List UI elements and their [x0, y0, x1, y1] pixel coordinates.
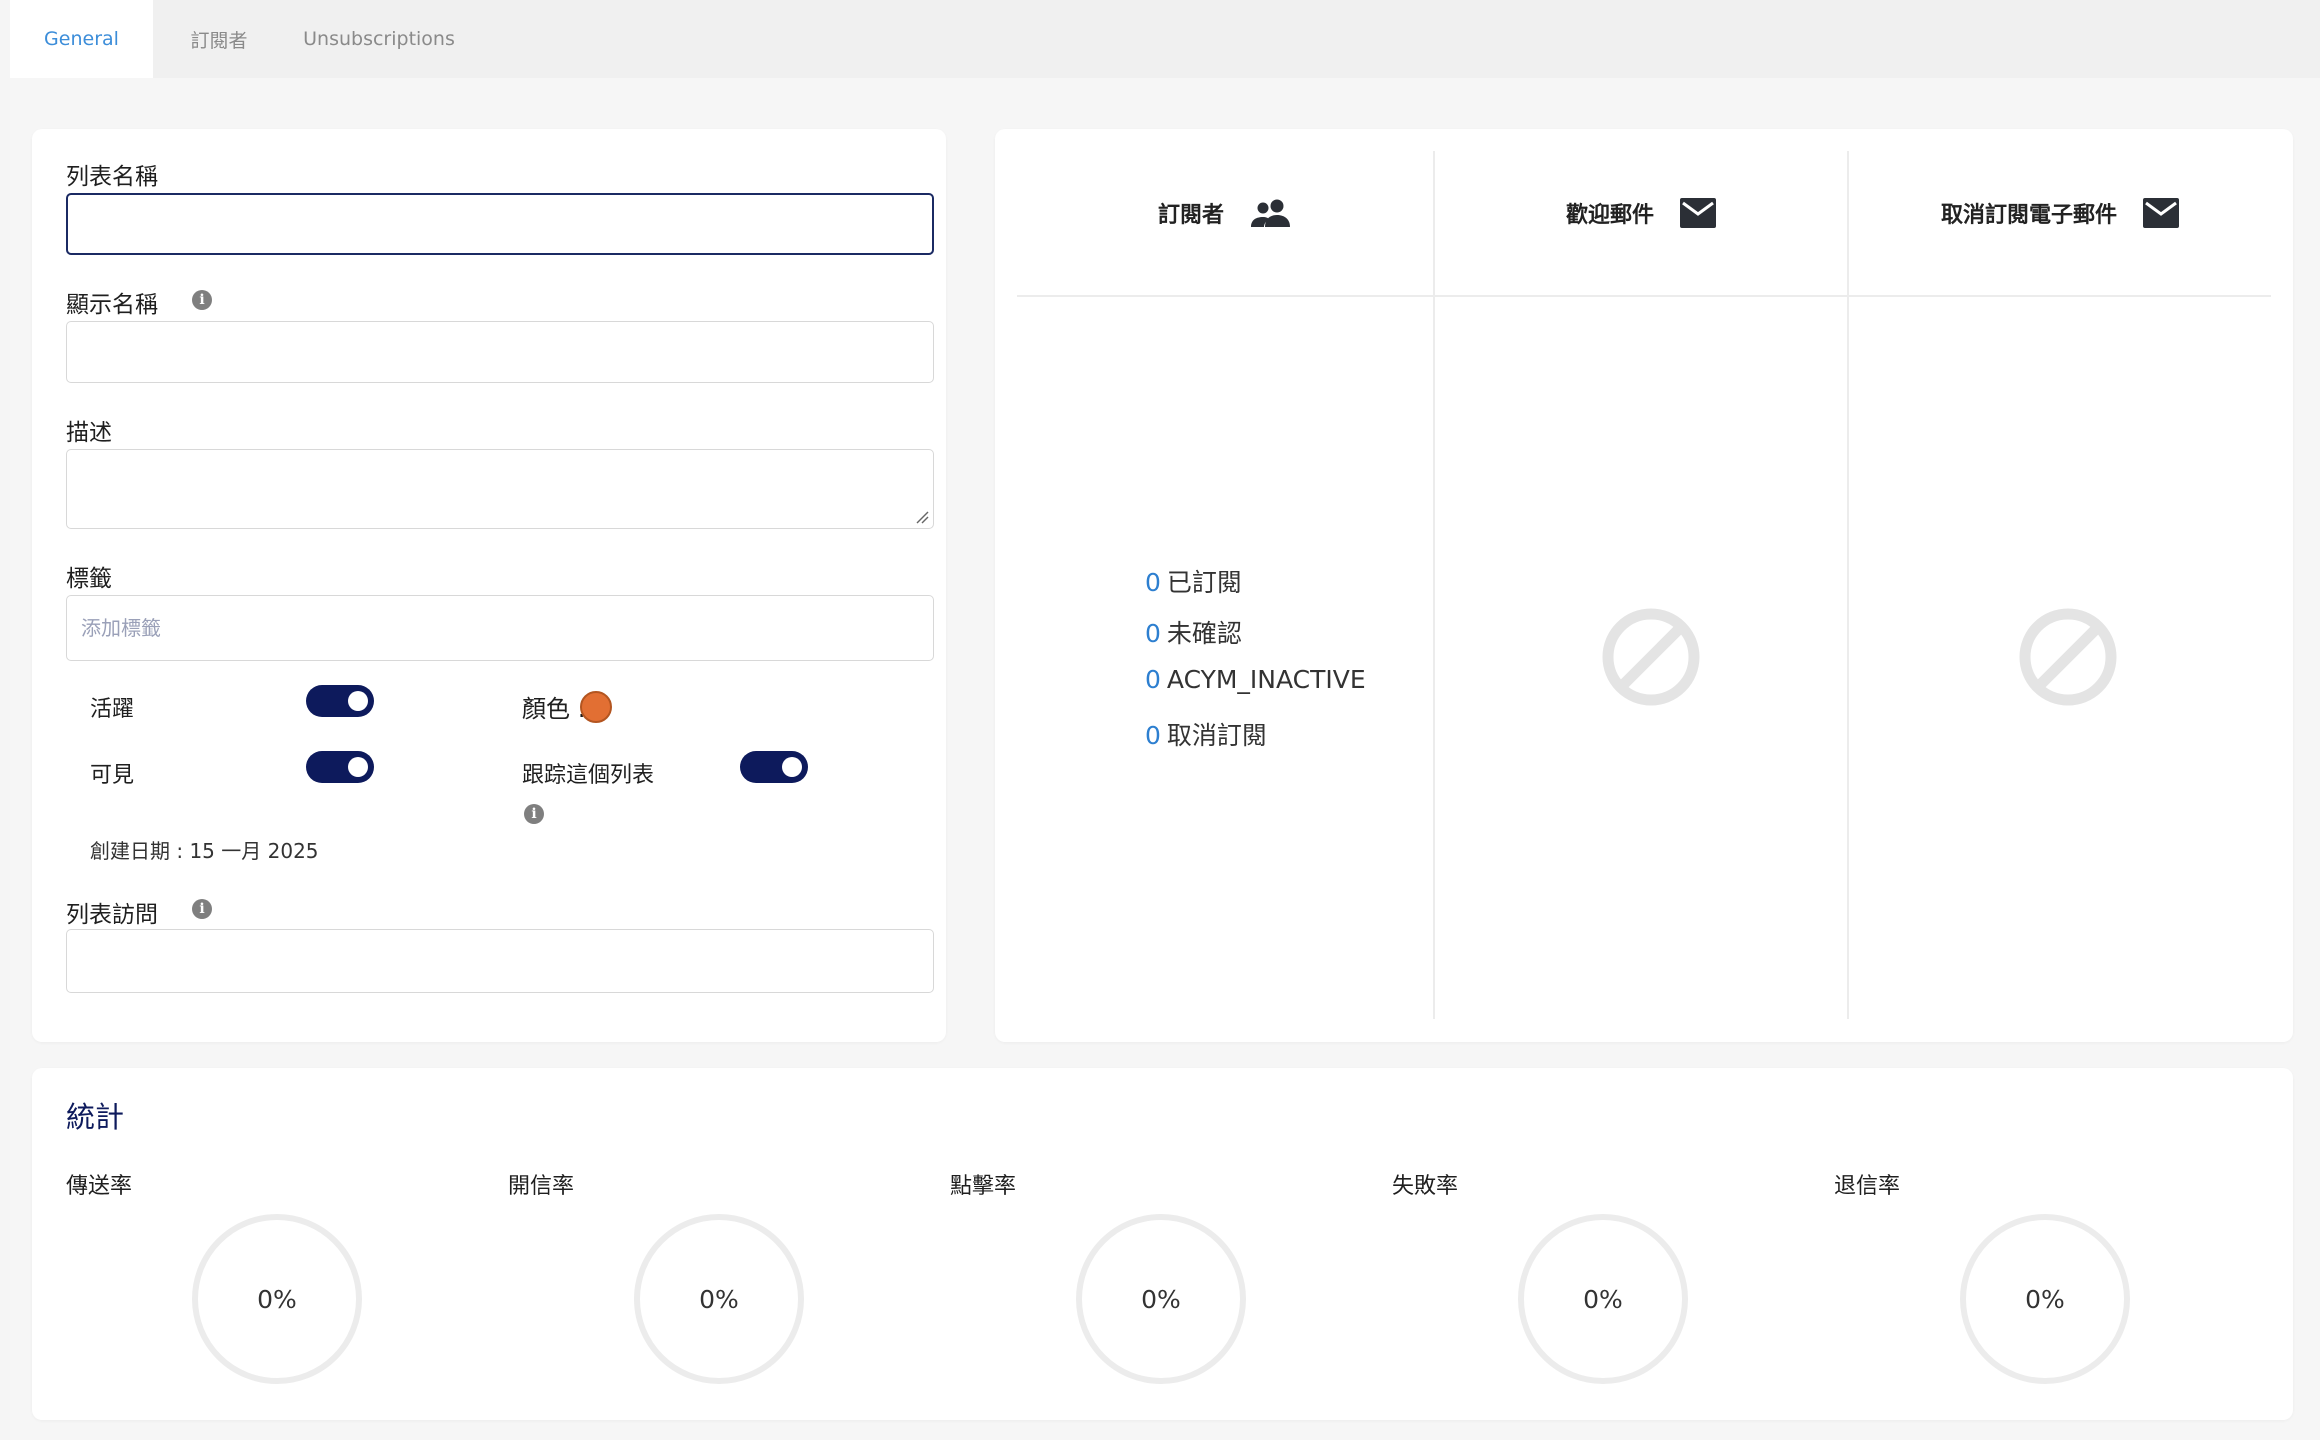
list-access-info-icon[interactable]: i: [192, 899, 212, 919]
description-field[interactable]: [66, 449, 934, 529]
tab-subscribers[interactable]: 訂閱者: [153, 0, 285, 78]
color-swatch[interactable]: [580, 691, 612, 723]
stat-circle-click: 0%: [1076, 1214, 1246, 1384]
unsubscribe-email-header: 取消訂閱電子郵件: [1849, 129, 2271, 297]
count-unsubscribed-label: 取消訂閱: [1166, 721, 1267, 750]
count-subscribed-number: 0: [1145, 568, 1161, 597]
count-unconfirmed-number: 0: [1145, 619, 1161, 648]
tab-unsubscriptions[interactable]: Unsubscriptions: [285, 0, 473, 78]
tab-general[interactable]: General: [10, 0, 153, 78]
users-icon: [1251, 199, 1290, 227]
tags-label: 標籤: [66, 566, 112, 592]
count-inactive-label: ACYM_INACTIVE: [1166, 665, 1366, 694]
track-list-info-icon[interactable]: i: [524, 804, 544, 824]
stat-circle-fail: 0%: [1518, 1214, 1688, 1384]
statistics-title: 統計: [66, 1100, 125, 1134]
envelope-icon: [1680, 198, 1716, 228]
stat-value-bounce: 0%: [2025, 1284, 2065, 1314]
list-access-field[interactable]: [66, 929, 934, 993]
count-subscribed-label: 已訂閱: [1166, 568, 1242, 597]
count-unsubscribed[interactable]: 0 取消訂閱: [1145, 716, 1267, 752]
display-name-field[interactable]: [66, 321, 934, 383]
count-subscribed[interactable]: 0 已訂閱: [1145, 563, 1242, 599]
track-list-toggle-knob: [782, 757, 802, 777]
active-label: 活躍: [90, 697, 135, 722]
tab-bar: General 訂閱者 Unsubscriptions: [10, 0, 2320, 78]
column-divider: [1847, 151, 1849, 1019]
stat-label-bounce: 退信率: [1834, 1174, 1901, 1199]
created-date: 創建日期 : 15 一月 2025: [90, 839, 319, 863]
stat-label-fail: 失敗率: [1392, 1174, 1459, 1199]
welcome-email-header: 歡迎郵件: [1435, 129, 1847, 297]
active-toggle-knob: [348, 691, 368, 711]
list-access-label: 列表訪問: [66, 902, 158, 928]
track-list-toggle[interactable]: [740, 751, 808, 783]
stat-circle-bounce: 0%: [1960, 1214, 2130, 1384]
ban-icon: [1602, 608, 1700, 706]
count-inactive-number: 0: [1145, 665, 1161, 694]
page: General 訂閱者 Unsubscriptions 列表名稱 顯示名稱 i …: [10, 0, 2320, 1440]
visible-toggle[interactable]: [306, 751, 374, 783]
welcome-email-header-label: 歡迎郵件: [1565, 203, 1654, 228]
active-toggle[interactable]: [306, 685, 374, 717]
count-unsubscribed-number: 0: [1145, 721, 1161, 750]
stat-value-click: 0%: [1141, 1284, 1181, 1314]
stat-value-open: 0%: [699, 1284, 739, 1314]
list-access-input[interactable]: [67, 930, 933, 992]
display-name-info-icon[interactable]: i: [192, 290, 212, 310]
column-divider: [1433, 151, 1435, 1019]
stat-circle-delivery: 0%: [192, 1214, 362, 1384]
count-unconfirmed[interactable]: 0 未確認: [1145, 614, 1242, 650]
display-name-input[interactable]: [67, 322, 933, 382]
unsubscribe-email-header-label: 取消訂閱電子郵件: [1940, 203, 2117, 228]
visible-label: 可見: [90, 763, 135, 788]
tags-field[interactable]: [66, 595, 934, 661]
track-list-label: 跟踪這個列表: [522, 763, 655, 788]
subscribers-header: 訂閱者: [1017, 129, 1433, 297]
header-divider: [1017, 295, 2271, 297]
description-textarea[interactable]: [67, 450, 933, 528]
count-inactive[interactable]: 0 ACYM_INACTIVE: [1145, 665, 1366, 694]
stat-circle-open: 0%: [634, 1214, 804, 1384]
stat-value-fail: 0%: [1583, 1284, 1623, 1314]
color-label: 顏色 :: [522, 695, 586, 723]
list-settings-card: 列表名稱 顯示名稱 i 描述 標籤 活躍 顏色 : 可見 跟踪這個列表 i: [32, 129, 946, 1042]
stat-label-delivery: 傳送率: [66, 1174, 133, 1199]
list-summary-card: 訂閱者 歡迎郵件 取消訂閱電子郵件 0 已訂閱 0 未確認 0 ACYM_INA…: [995, 129, 2293, 1042]
stat-label-click: 點擊率: [950, 1174, 1017, 1199]
visible-toggle-knob: [348, 757, 368, 777]
count-unconfirmed-label: 未確認: [1166, 619, 1242, 648]
list-name-label: 列表名稱: [66, 164, 158, 190]
list-name-input[interactable]: [68, 195, 932, 253]
subscribers-header-label: 訂閱者: [1157, 203, 1224, 228]
ban-icon: [2019, 608, 2117, 706]
description-label: 描述: [66, 420, 112, 446]
resize-grip-icon[interactable]: [915, 510, 929, 524]
list-name-field[interactable]: [66, 193, 934, 255]
envelope-icon: [2143, 198, 2179, 228]
tags-input[interactable]: [67, 596, 933, 660]
stat-label-open: 開信率: [508, 1174, 575, 1199]
display-name-label: 顯示名稱: [66, 292, 158, 318]
stat-value-delivery: 0%: [257, 1284, 297, 1314]
statistics-card: 統計 傳送率 0% 開信率 0% 點擊率 0% 失敗率 0% 退信率 0%: [32, 1068, 2293, 1420]
